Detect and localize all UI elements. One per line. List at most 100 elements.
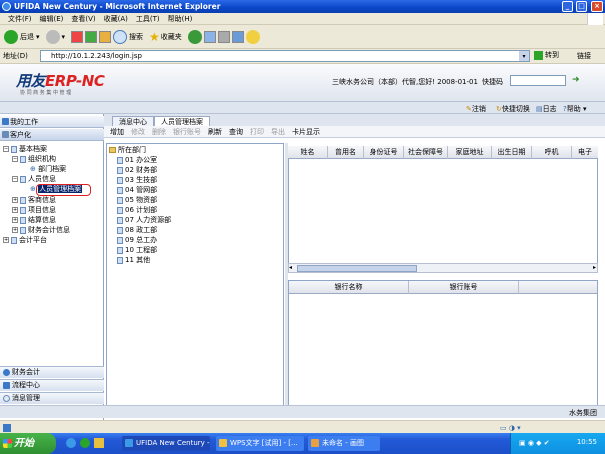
minimize-button[interactable]: _: [562, 1, 573, 12]
quicklaunch-folder-icon[interactable]: [94, 438, 104, 448]
address-input[interactable]: http://10.1.2.243/login.jsp ▾: [40, 50, 530, 62]
tree-node-dept-archive[interactable]: ⊕ 部门档案: [30, 165, 66, 174]
dept-item[interactable]: 06 计划部: [117, 206, 157, 215]
log-link[interactable]: ▤日志: [536, 104, 557, 114]
start-button[interactable]: 开始: [0, 433, 56, 454]
grid-horizontal-scrollbar[interactable]: ◂ ▸: [288, 263, 598, 273]
dept-item[interactable]: 07 人力资源部: [117, 216, 171, 225]
tree-node-project[interactable]: + 项目信息: [12, 206, 56, 215]
nav-process[interactable]: 流程中心: [0, 379, 104, 391]
dept-item[interactable]: 08 政工部: [117, 226, 157, 235]
col-bank-name[interactable]: 银行名称: [289, 281, 409, 294]
task-wps[interactable]: WPS文字 [试用] - [...: [216, 436, 304, 451]
mail-icon[interactable]: [203, 30, 216, 43]
delete-button[interactable]: 删除: [152, 127, 166, 137]
col-social-security[interactable]: 社会保障号: [404, 146, 448, 159]
dept-item[interactable]: 02 财务部: [117, 166, 157, 175]
address-dropdown-icon[interactable]: ▾: [519, 51, 529, 61]
forward-button[interactable]: ▾: [45, 29, 65, 44]
my-work-icon: [2, 118, 9, 125]
maximize-button[interactable]: □: [576, 1, 587, 12]
bank-account-button[interactable]: 银行账号: [173, 127, 201, 137]
dept-item[interactable]: 05 物资部: [117, 196, 157, 205]
tree-node-finance[interactable]: + 财务会计信息: [12, 226, 70, 235]
my-work-header[interactable]: 我的工作: [0, 116, 104, 128]
export-button[interactable]: 导出: [271, 127, 285, 137]
edit-icon[interactable]: [231, 30, 244, 43]
quick-switch-link[interactable]: ↻快捷切换: [496, 104, 530, 114]
doc-icon: [117, 256, 123, 264]
shortcut-input[interactable]: [510, 75, 566, 86]
person-grid-body[interactable]: [288, 159, 598, 263]
app-subbar: ✎注销 ↻快捷切换 ▤日志 ?帮助 ▾: [0, 102, 605, 114]
col-email[interactable]: 电子: [572, 146, 598, 159]
ie-status-bar: ▭ ◑ ▾: [0, 420, 605, 433]
go-button[interactable]: 转到: [534, 50, 559, 60]
help-link[interactable]: ?帮助 ▾: [563, 104, 586, 114]
search-button[interactable]: 搜索: [113, 29, 143, 44]
col-pager[interactable]: 呼机: [532, 146, 572, 159]
menu-file[interactable]: 文件(F): [8, 14, 32, 24]
task-ufida[interactable]: UFIDA New Century -...: [122, 436, 210, 451]
edit-button[interactable]: 修改: [131, 127, 145, 137]
refresh-button[interactable]: 刷新: [208, 127, 222, 137]
tree-node-customer[interactable]: + 客商信息: [12, 196, 56, 205]
dept-item[interactable]: 04 管网部: [117, 186, 157, 195]
customize-header[interactable]: 客户化: [0, 129, 104, 141]
dept-item[interactable]: 11 其他: [117, 256, 150, 265]
leaf-icon: ⊕: [30, 165, 36, 173]
favorites-button[interactable]: ★ 收藏夹: [149, 30, 182, 44]
menu-help[interactable]: 帮助(H): [168, 14, 193, 24]
quicklaunch-icon[interactable]: [80, 438, 90, 448]
tree-node-org[interactable]: − 组织机构: [12, 155, 56, 164]
col-former-name[interactable]: 曾用名: [328, 146, 364, 159]
logout-link[interactable]: ✎注销: [466, 104, 486, 114]
logo-subtitle: 协 同 商 务 集 中 管 理: [20, 90, 72, 96]
person-grid-header: 姓名 曾用名 身份证号 社会保障号 家庭地址 出生日期 呼机 电子: [288, 146, 598, 159]
quicklaunch-ie-icon[interactable]: [66, 438, 76, 448]
menu-tools[interactable]: 工具(T): [136, 14, 160, 24]
shortcut-go-icon[interactable]: ➜: [572, 75, 580, 85]
content-toolbar: 增加 修改 删除 银行账号 刷新 查询 打印 导出 卡片显示: [104, 126, 605, 138]
tab-person-archive[interactable]: 人员管理档案: [154, 116, 210, 126]
dept-root[interactable]: 所在部门: [109, 146, 146, 155]
add-button[interactable]: 增加: [110, 127, 124, 137]
back-button[interactable]: 后退 ▾: [4, 29, 40, 44]
links-button[interactable]: 链接: [577, 51, 591, 61]
nav-message[interactable]: 消息管理: [0, 392, 104, 404]
menu-favorites[interactable]: 收藏(A): [104, 14, 128, 24]
tree-node-basic[interactable]: − 基本档案: [3, 145, 47, 154]
col-id-number[interactable]: 身份证号: [364, 146, 404, 159]
dept-item[interactable]: 01 办公室: [117, 156, 157, 165]
system-tray: ▣ ◉ ◆ ✔ 10:55: [510, 433, 605, 454]
refresh-icon[interactable]: [85, 30, 98, 43]
tree-node-platform[interactable]: + 会计平台: [3, 236, 47, 245]
history-icon[interactable]: [187, 29, 202, 44]
col-address[interactable]: 家庭地址: [448, 146, 492, 159]
print-button[interactable]: 打印: [250, 127, 264, 137]
dept-item[interactable]: 10 工程部: [117, 246, 157, 255]
messenger-icon[interactable]: [245, 29, 260, 44]
dept-item[interactable]: 03 生技部: [117, 176, 157, 185]
nav-finance[interactable]: 财务会计: [0, 366, 104, 378]
close-button[interactable]: ×: [591, 1, 603, 12]
col-bank-account[interactable]: 银行账号: [409, 281, 519, 294]
card-view-button[interactable]: 卡片显示: [292, 127, 320, 137]
doc-icon: [117, 246, 123, 254]
tray-icons[interactable]: ▣ ◉ ◆ ✔: [519, 439, 550, 447]
tab-message-center[interactable]: 消息中心: [112, 116, 154, 126]
print-icon[interactable]: [217, 30, 230, 43]
home-icon[interactable]: [99, 30, 112, 43]
col-name[interactable]: 姓名: [288, 146, 328, 159]
task-paint[interactable]: 未命名 - 画图: [308, 436, 380, 451]
dept-item[interactable]: 09 总工办: [117, 236, 157, 245]
stop-icon[interactable]: [71, 30, 84, 43]
tree-node-settlement[interactable]: + 结算信息: [12, 216, 56, 225]
doc-icon: [117, 216, 123, 224]
scroll-thumb[interactable]: [297, 265, 417, 272]
menu-edit[interactable]: 编辑(E): [40, 14, 64, 24]
tree-node-personnel[interactable]: − 人员信息: [12, 175, 56, 184]
menu-view[interactable]: 查看(V): [71, 14, 95, 24]
query-button[interactable]: 查询: [229, 127, 243, 137]
col-birthdate[interactable]: 出生日期: [492, 146, 532, 159]
